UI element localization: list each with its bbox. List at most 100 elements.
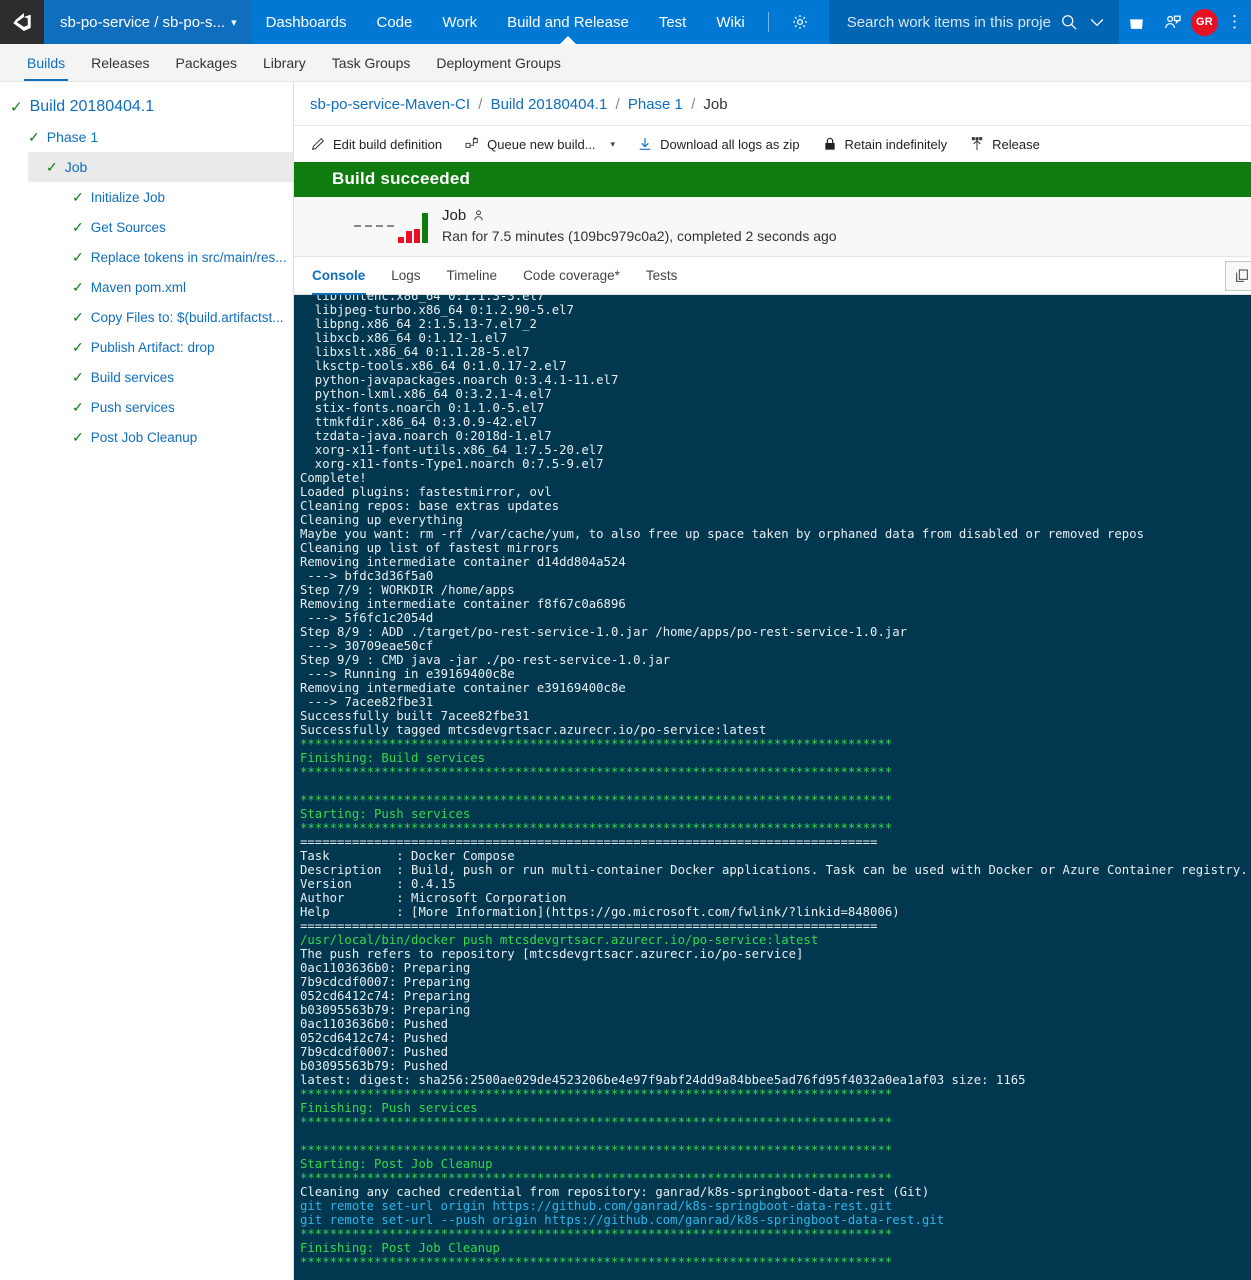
sidebar-item-publish-artifact[interactable]: ✓ Publish Artifact: drop [0, 332, 293, 362]
breadcrumb-phase[interactable]: Phase 1 [628, 96, 683, 113]
console-line: libjpeg-turbo.x86_64 0:1.2.90-5.el7 [300, 303, 574, 317]
console-line: ========================================… [300, 919, 878, 933]
tab-timeline[interactable]: Timeline [434, 257, 511, 295]
sparkline-dash [376, 224, 383, 227]
sidebar-item-get-sources[interactable]: ✓ Get Sources [0, 212, 293, 242]
console-line: Starting: Post Job Cleanup [300, 1157, 493, 1171]
console-line: Task : Docker Compose [300, 849, 515, 863]
sparkline-bar [422, 212, 428, 243]
subnav-library[interactable]: Library [250, 44, 319, 81]
subnav-deployment-groups[interactable]: Deployment Groups [423, 44, 574, 81]
sidebar-item-phase-1[interactable]: ✓ Phase 1 [0, 122, 293, 152]
console-line: 0ac1103636b0: Preparing [300, 961, 471, 975]
tab-console[interactable]: Console [312, 257, 378, 295]
gear-icon[interactable] [777, 0, 823, 44]
nav-dashboards[interactable]: Dashboards [251, 0, 362, 44]
job-meta: Job Ran for 7.5 minutes (109bc979c0a2), … [442, 207, 837, 244]
check-icon: ✓ [72, 249, 84, 265]
copy-icon[interactable] [1225, 261, 1251, 291]
sparkline-bar [398, 236, 404, 243]
chevron-down-icon: ▾ [231, 16, 237, 29]
nav-wiki[interactable]: Wiki [701, 0, 759, 44]
sidebar-item-job[interactable]: ✓ Job [28, 152, 293, 182]
sidebar-item-replace-tokens[interactable]: ✓ Replace tokens in src/main/res... [0, 242, 293, 272]
chevron-down-icon[interactable] [1087, 12, 1107, 32]
console-line: ========================================… [300, 835, 878, 849]
release-up-arrow-icon [972, 137, 983, 150]
tab-logs[interactable]: Logs [378, 257, 433, 295]
search-input[interactable] [846, 13, 1051, 31]
console-log-output[interactable]: libfontenc.x86_64 0:1.1.3-3.el7 libjpeg-… [294, 295, 1251, 1280]
console-line: python-javapackages.noarch 0:3.4.1-11.el… [300, 373, 619, 387]
console-line: Cleaning repos: base extras updates [300, 499, 560, 513]
more-dots-icon[interactable]: ⋮ [1220, 12, 1247, 32]
sidebar-item-initialize-job[interactable]: ✓ Initialize Job [0, 182, 293, 212]
console-line: Step 9/9 : CMD java -jar ./po-rest-servi… [300, 653, 671, 667]
console-line: ****************************************… [300, 1087, 893, 1101]
sparkline-bar [414, 228, 420, 243]
sidebar-item-label: Replace tokens in src/main/res... [90, 249, 287, 265]
console-line: ****************************************… [300, 1143, 893, 1157]
subnav-task-groups[interactable]: Task Groups [319, 44, 424, 81]
console-line: ****************************************… [300, 1255, 893, 1269]
sidebar-item-push-services[interactable]: ✓ Push services [0, 392, 293, 422]
project-name: sb-po-service / sb-po-s... [60, 13, 226, 31]
person-icon [474, 210, 483, 221]
subnav-packages[interactable]: Packages [163, 44, 250, 81]
azure-devops-logo-icon[interactable] [0, 0, 44, 44]
nav-work[interactable]: Work [427, 0, 492, 44]
nav-code[interactable]: Code [361, 0, 427, 44]
console-line: Cleaning up everything [300, 513, 463, 527]
console-line: ---> 7acee82fbe31 [300, 695, 434, 709]
release-button[interactable]: Release [969, 133, 1052, 155]
search-icon[interactable] [1059, 12, 1079, 32]
console-line: ****************************************… [300, 1171, 893, 1185]
sidebar-item-post-job-cleanup[interactable]: ✓ Post Job Cleanup [0, 422, 293, 452]
marketplace-bag-icon[interactable] [1119, 0, 1153, 44]
console-line: Author : Microsoft Corporation [300, 891, 567, 905]
retain-indefinitely-button[interactable]: Retain indefinitely [822, 133, 960, 155]
project-selector[interactable]: sb-po-service / sb-po-s... ▾ [44, 0, 251, 44]
tab-tests[interactable]: Tests [633, 257, 691, 295]
edit-build-definition-button[interactable]: Edit build definition [310, 133, 454, 155]
build-history-sparkline-icon [312, 209, 428, 243]
console-line: Starting: Push services [300, 807, 471, 821]
console-line: Complete! [300, 471, 367, 485]
sidebar-item-build[interactable]: ✓ Build 20180404.1 [0, 92, 293, 122]
sidebar-item-label: Get Sources [90, 219, 166, 235]
console-line: stix-fonts.noarch 0:1.1.0-5.el7 [300, 401, 545, 415]
job-summary-header: Job Ran for 7.5 minutes (109bc979c0a2), … [294, 197, 1251, 257]
console-line: ttmkfdir.x86_64 0:3.0.9-42.el7 [300, 415, 537, 429]
nav-build-and-release[interactable]: Build and Release [492, 0, 644, 44]
sidebar-item-build-services[interactable]: ✓ Build services [0, 362, 293, 392]
search-box[interactable] [828, 0, 1119, 44]
sparkline-dash [365, 224, 372, 227]
subnav-builds[interactable]: Builds [14, 44, 78, 81]
top-right-actions: GR ⋮ [1119, 0, 1251, 44]
subnav-releases[interactable]: Releases [78, 44, 162, 81]
queue-new-build-button[interactable]: Queue new build... ▾ [464, 133, 627, 155]
avatar[interactable]: GR [1191, 8, 1218, 36]
download-logs-label: Download all logs as zip [660, 136, 800, 152]
console-line: 0ac1103636b0: Pushed [300, 1017, 449, 1031]
build-toolbar: Edit build definition Queue new build...… [294, 126, 1251, 162]
check-icon: ✓ [72, 399, 84, 415]
breadcrumb-build[interactable]: Build 20180404.1 [491, 96, 608, 113]
chevron-down-icon[interactable]: ▾ [611, 139, 616, 150]
download-logs-button[interactable]: Download all logs as zip [637, 133, 811, 155]
sidebar-item-label: Maven pom.xml [90, 279, 187, 295]
sparkline-dash [387, 224, 394, 227]
sidebar-item-maven-pom[interactable]: ✓ Maven pom.xml [0, 272, 293, 302]
user-feedback-icon[interactable] [1155, 0, 1189, 44]
tab-code-coverage[interactable]: Code coverage* [510, 257, 633, 295]
sub-navigation: Builds Releases Packages Library Task Gr… [0, 44, 1251, 82]
nav-test[interactable]: Test [644, 0, 702, 44]
check-icon: ✓ [10, 98, 23, 116]
console-line: libxcb.x86_64 0:1.12-1.el7 [300, 331, 508, 345]
console-line: 052cd6412c74: Pushed [300, 1031, 449, 1045]
console-line: Cleaning any cached credential from repo… [300, 1185, 930, 1199]
sidebar-item-label: Job [64, 159, 88, 175]
breadcrumb-definition[interactable]: sb-po-service-Maven-CI [310, 96, 470, 113]
sidebar-item-copy-files[interactable]: ✓ Copy Files to: $(build.artifactst... [0, 302, 293, 332]
console-line: Finishing: Post Job Cleanup [300, 1241, 500, 1255]
